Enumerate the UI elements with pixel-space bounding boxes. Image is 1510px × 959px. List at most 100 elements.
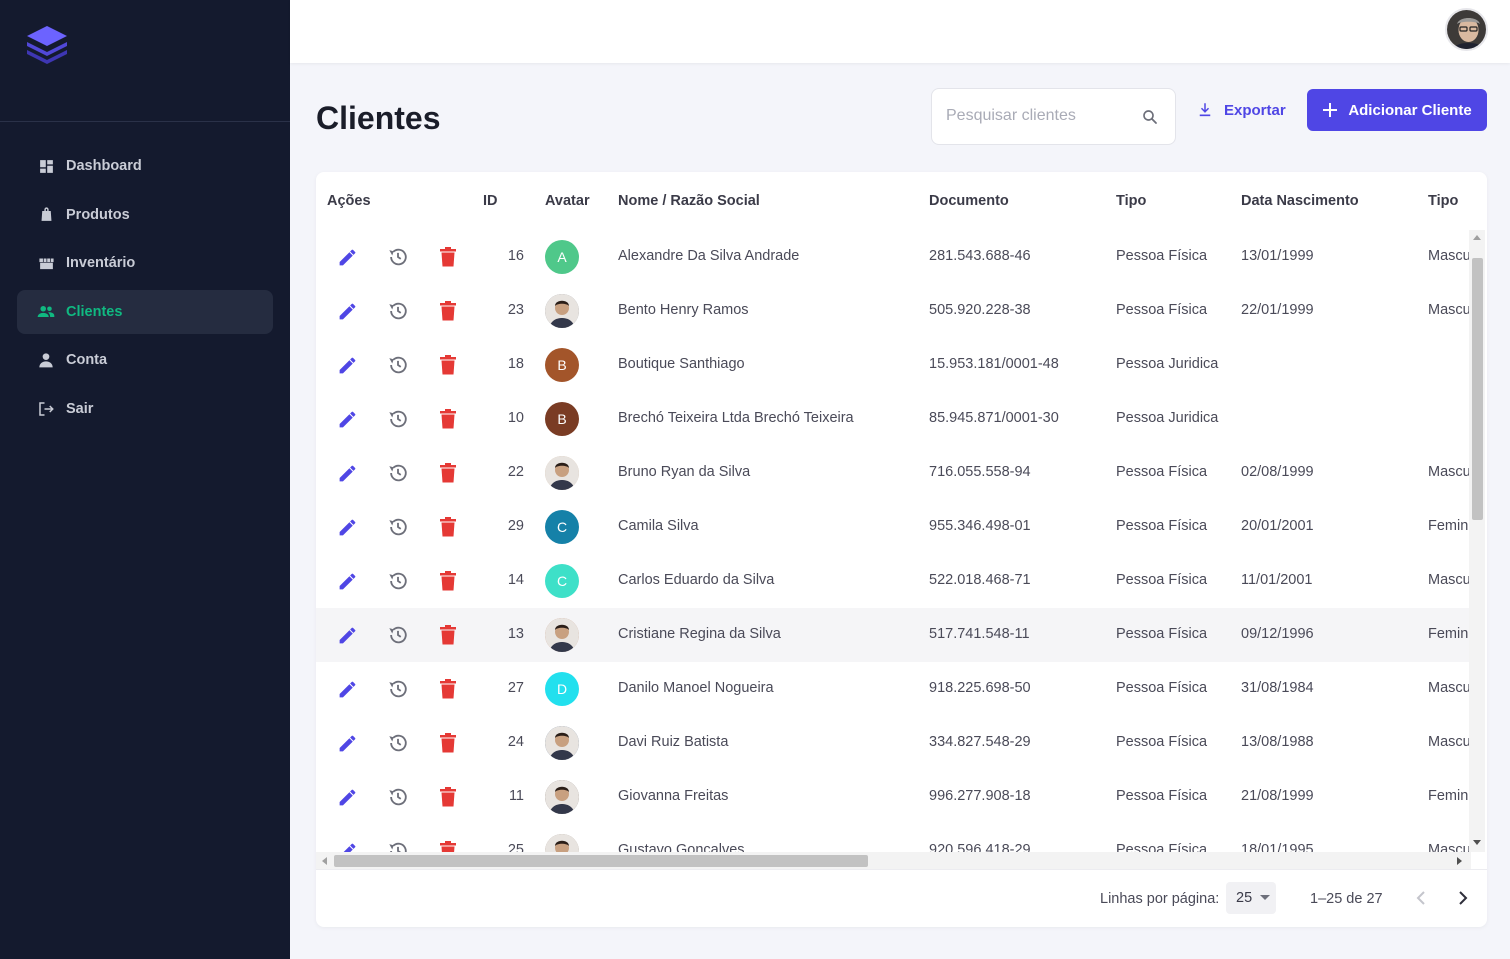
edit-button[interactable] [335, 785, 359, 809]
column-header-type[interactable]: Tipo [1116, 193, 1146, 209]
delete-button[interactable] [436, 245, 460, 269]
table-row[interactable]: 13 Cristiane Regina da Silva 517.741.548-1… [316, 608, 1471, 662]
history-button[interactable] [386, 461, 410, 485]
client-type: Pessoa Física [1116, 248, 1208, 264]
search-input[interactable] [946, 107, 1136, 125]
scroll-left-arrow-icon[interactable] [321, 857, 327, 865]
horizontal-scrollbar[interactable] [316, 852, 1471, 869]
delete-button[interactable] [436, 839, 460, 852]
delete-button[interactable] [436, 299, 460, 323]
vertical-scrollbar[interactable] [1469, 230, 1485, 852]
column-header-name[interactable]: Nome / Razão Social [618, 193, 760, 209]
table-row[interactable]: 22 Bruno Ryan da Silva 716.055.558-94 Pesso… [316, 446, 1471, 500]
client-id: 14 [507, 572, 524, 588]
edit-button[interactable] [335, 623, 359, 647]
table-row[interactable]: 25 Gustavo Gonçalves 920.596.418-29 Pessoa … [316, 824, 1471, 852]
column-header-avatar[interactable]: Avatar [545, 193, 590, 209]
edit-button[interactable] [335, 839, 359, 852]
delete-button[interactable] [436, 623, 460, 647]
dashboard-icon [37, 157, 55, 175]
client-document: 920.596.418-29 [929, 842, 1031, 852]
table-row[interactable]: 23 Bento Henry Ramos 505.920.228-38 Pessoa … [316, 284, 1471, 338]
history-button[interactable] [386, 569, 410, 593]
sidebar-item-conta[interactable]: Conta [17, 338, 273, 382]
sidebar-item-label: Sair [66, 400, 94, 417]
export-button[interactable]: Exportar [1196, 96, 1286, 124]
edit-button[interactable] [335, 515, 359, 539]
table-row[interactable]: 16 A Alexandre Da Silva Andrade 281.543.688… [316, 230, 1471, 284]
edit-button[interactable] [335, 731, 359, 755]
trash-icon [440, 787, 456, 807]
client-birth-date: 31/08/1984 [1241, 680, 1314, 696]
table-row[interactable]: 27 D Danilo Manoel Nogueira 918.225.698-50 P… [316, 662, 1471, 716]
client-document: 522.018.468-71 [929, 572, 1031, 588]
table-row[interactable]: 14 C Carlos Eduardo da Silva 522.018.468-71… [316, 554, 1471, 608]
edit-button[interactable] [335, 677, 359, 701]
table-row[interactable]: 29 C Camila Silva 955.346.498-01 Pessoa Físi… [316, 500, 1471, 554]
delete-button[interactable] [436, 461, 460, 485]
sidebar-item-clientes[interactable]: Clientes [17, 289, 273, 334]
previous-page-button[interactable] [1408, 885, 1434, 911]
column-header-gender[interactable]: Tipo [1428, 193, 1458, 209]
history-button[interactable] [386, 785, 410, 809]
clients-table: Ações ID Avatar Nome / Razão Social Docu… [316, 172, 1487, 927]
scroll-up-arrow-icon[interactable] [1473, 234, 1481, 240]
history-button[interactable] [386, 245, 410, 269]
logo-icon[interactable] [24, 24, 70, 64]
sidebar-nav: Dashboard Produtos Inventário Clientes C… [0, 122, 290, 431]
table-row[interactable]: 18 B Boutique Santhiago 15.953.181/0001-48 P… [316, 338, 1471, 392]
delete-button[interactable] [436, 677, 460, 701]
avatar [545, 834, 579, 852]
history-button[interactable] [386, 839, 410, 852]
client-birth-date: 18/01/1995 [1241, 842, 1314, 852]
edit-button[interactable] [335, 461, 359, 485]
edit-button[interactable] [335, 569, 359, 593]
column-header-birth-date[interactable]: Data Nascimento [1241, 193, 1359, 209]
history-button[interactable] [386, 623, 410, 647]
history-button[interactable] [386, 515, 410, 539]
client-name: Carlos Eduardo da Silva [618, 572, 775, 588]
delete-button[interactable] [436, 515, 460, 539]
table-row[interactable]: 24 Davi Ruiz Batista 334.827.548-29 Pessoa … [316, 716, 1471, 770]
edit-button[interactable] [335, 407, 359, 431]
client-id: 24 [507, 734, 524, 750]
pencil-icon [339, 735, 355, 751]
column-header-id[interactable]: ID [483, 193, 498, 209]
edit-button[interactable] [335, 353, 359, 377]
table-row[interactable]: 10 B Brechó Teixeira Ltda Brechó Teixeira 8… [316, 392, 1471, 446]
history-button[interactable] [386, 353, 410, 377]
scroll-down-arrow-icon[interactable] [1473, 840, 1481, 846]
sidebar-item-sair[interactable]: Sair [17, 387, 273, 431]
sidebar-item-produtos[interactable]: Produtos [17, 193, 273, 237]
vertical-scrollbar-thumb[interactable] [1472, 258, 1483, 520]
delete-button[interactable] [436, 407, 460, 431]
edit-button[interactable] [335, 299, 359, 323]
rows-per-page-select[interactable]: 25 [1226, 882, 1276, 914]
history-button[interactable] [386, 407, 410, 431]
history-button[interactable] [386, 299, 410, 323]
search-icon[interactable] [1141, 108, 1159, 126]
table-row[interactable]: 11 Giovanna Freitas 996.277.908-18 Pessoa F… [316, 770, 1471, 824]
horizontal-scrollbar-thumb[interactable] [334, 855, 868, 867]
sidebar-item-inventario[interactable]: Inventário [17, 241, 273, 285]
scroll-right-arrow-icon[interactable] [1457, 857, 1463, 865]
history-button[interactable] [386, 677, 410, 701]
delete-button[interactable] [436, 353, 460, 377]
client-birth-date: 02/08/1999 [1241, 464, 1314, 480]
delete-button[interactable] [436, 785, 460, 809]
profile-avatar[interactable] [1445, 8, 1488, 51]
add-client-button[interactable]: Adicionar Cliente [1307, 89, 1487, 131]
pencil-icon [339, 465, 355, 481]
sidebar-item-dashboard[interactable]: Dashboard [17, 144, 273, 188]
sidebar-item-label: Conta [66, 352, 108, 368]
next-page-button[interactable] [1450, 885, 1476, 911]
topbar [290, 0, 1510, 63]
column-header-actions[interactable]: Ações [327, 193, 371, 209]
history-button[interactable] [386, 731, 410, 755]
plus-icon [1323, 103, 1338, 117]
column-header-document[interactable]: Documento [929, 193, 1009, 209]
delete-button[interactable] [436, 569, 460, 593]
edit-button[interactable] [335, 245, 359, 269]
client-birth-date: 13/01/1999 [1241, 248, 1314, 264]
delete-button[interactable] [436, 731, 460, 755]
